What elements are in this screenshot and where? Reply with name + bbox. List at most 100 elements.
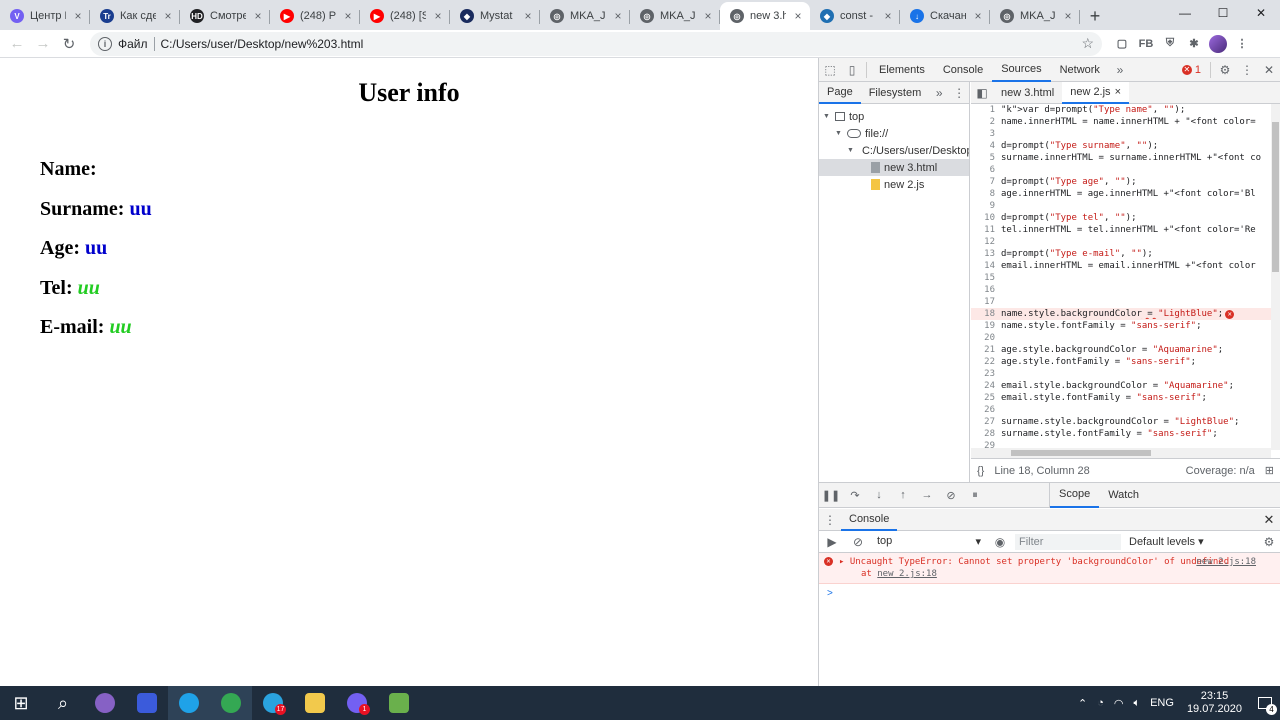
- expand-arrow-icon[interactable]: ▸: [839, 557, 844, 567]
- close-tab-icon[interactable]: ×: [612, 9, 624, 23]
- close-tab-icon[interactable]: ×: [1115, 86, 1121, 98]
- browser-tab[interactable]: V Центр П ×: [0, 2, 90, 30]
- code-line[interactable]: 11 tel.innerHTML = tel.innerHTML +"<font …: [971, 224, 1271, 236]
- code-line[interactable]: 19 name.style.fontFamily = "sans-serif";: [971, 320, 1271, 332]
- error-counter[interactable]: ✕ 1: [1176, 64, 1207, 76]
- wifi-icon[interactable]: ◠: [1109, 697, 1129, 710]
- browser-tab[interactable]: ◎ MKA_JS_ ×: [540, 2, 630, 30]
- step-icon[interactable]: →: [915, 483, 939, 507]
- scroll-thumb[interactable]: [1011, 450, 1151, 456]
- tab-console[interactable]: Console: [841, 509, 898, 531]
- code-line[interactable]: 9: [971, 200, 1271, 212]
- line-number[interactable]: 12: [971, 237, 1001, 247]
- code-line[interactable]: 27 surname.style.backgroundColor = "Light…: [971, 416, 1271, 428]
- puzzle-extensions-icon[interactable]: ✱: [1182, 32, 1206, 56]
- line-number[interactable]: 14: [971, 261, 1001, 271]
- line-number[interactable]: 11: [971, 225, 1001, 235]
- network-icon[interactable]: ◔: [1092, 697, 1109, 709]
- clear-console-icon[interactable]: ⊘: [847, 531, 869, 553]
- code-line[interactable]: 25 email.style.fontFamily = "sans-serif";: [971, 392, 1271, 404]
- taskbar-notepadpp-icon[interactable]: [378, 686, 420, 720]
- tree-item[interactable]: ▼ file://: [819, 125, 969, 142]
- taskbar-cortana-icon[interactable]: [84, 686, 126, 720]
- line-number[interactable]: 1: [971, 105, 1001, 115]
- fb-extension-icon[interactable]: FB: [1134, 32, 1158, 56]
- code-line[interactable]: 5 surname.innerHTML = surname.innerHTML +…: [971, 152, 1271, 164]
- line-number[interactable]: 20: [971, 333, 1001, 343]
- tab-filesystem[interactable]: Filesystem: [861, 82, 930, 104]
- language-indicator[interactable]: ENG: [1145, 697, 1179, 709]
- line-number[interactable]: 18: [971, 309, 1001, 319]
- code-line[interactable]: 22 age.style.fontFamily = "sans-serif";: [971, 356, 1271, 368]
- device-toolbar-icon[interactable]: ▯: [841, 59, 863, 81]
- bookmark-star-icon[interactable]: ☆: [1081, 35, 1094, 52]
- line-number[interactable]: 9: [971, 201, 1001, 211]
- taskbar-explorer-icon[interactable]: [294, 686, 336, 720]
- devtools-tab-console[interactable]: Console: [934, 58, 992, 82]
- line-number[interactable]: 27: [971, 417, 1001, 427]
- close-tab-icon[interactable]: ×: [342, 9, 354, 23]
- settings-gear-icon[interactable]: ⚙: [1214, 59, 1236, 81]
- minimize-button[interactable]: —: [1166, 0, 1204, 26]
- console-prompt[interactable]: >: [819, 584, 1280, 603]
- deactivate-breakpoints-icon[interactable]: ⊘: [939, 483, 963, 507]
- code-line[interactable]: 24 email.style.backgroundColor = "Aquamar…: [971, 380, 1271, 392]
- console-error-message[interactable]: ✕ ▸ Uncaught TypeError: Cannot set prope…: [819, 553, 1280, 584]
- close-tab-icon[interactable]: ×: [72, 9, 84, 23]
- tab-watch[interactable]: Watch: [1099, 482, 1148, 508]
- navigator-menu-icon[interactable]: ⋮: [949, 82, 969, 104]
- horizontal-scrollbar[interactable]: [971, 448, 1271, 458]
- url-text[interactable]: C:/Users/user/Desktop/new%203.html: [161, 37, 1076, 51]
- taskbar-telegram-icon[interactable]: 17: [252, 686, 294, 720]
- close-tab-icon[interactable]: ×: [1062, 9, 1074, 23]
- line-number[interactable]: 13: [971, 249, 1001, 259]
- devtools-tab-sources[interactable]: Sources: [992, 58, 1051, 82]
- pretty-print-button[interactable]: {}: [977, 465, 984, 477]
- drawer-menu-icon[interactable]: ⋮: [819, 509, 841, 531]
- console-settings-gear-icon[interactable]: ⚙: [1258, 531, 1280, 553]
- code-line[interactable]: 15: [971, 272, 1271, 284]
- tree-item[interactable]: new 3.html: [819, 159, 969, 176]
- line-number[interactable]: 28: [971, 429, 1001, 439]
- devtools-tab-elements[interactable]: Elements: [870, 58, 934, 82]
- reload-button[interactable]: ↻: [56, 31, 82, 57]
- taskbar-edge-icon[interactable]: [168, 686, 210, 720]
- code-line[interactable]: 12: [971, 236, 1271, 248]
- code-line[interactable]: 20: [971, 332, 1271, 344]
- close-tab-icon[interactable]: ×: [882, 9, 894, 23]
- code-line[interactable]: 16: [971, 284, 1271, 296]
- devtools-tab-network[interactable]: Network: [1051, 58, 1109, 82]
- taskbar-search-icon[interactable]: ⌕: [42, 686, 84, 720]
- devtools-menu-icon[interactable]: ⋮: [1236, 59, 1258, 81]
- browser-tab[interactable]: ▶ (248) Ре ×: [270, 2, 360, 30]
- code-line[interactable]: 3: [971, 128, 1271, 140]
- line-number[interactable]: 7: [971, 177, 1001, 187]
- line-number[interactable]: 24: [971, 381, 1001, 391]
- console-sidebar-icon[interactable]: ▶: [821, 531, 843, 553]
- clock[interactable]: 23:15 19.07.2020: [1179, 690, 1250, 716]
- browser-tab[interactable]: HD Смотре ×: [180, 2, 270, 30]
- toggle-navigator-icon[interactable]: ◧: [971, 82, 993, 104]
- inspect-element-icon[interactable]: ⬚: [819, 59, 841, 81]
- more-tabs-icon[interactable]: »: [1109, 59, 1131, 81]
- close-tab-icon[interactable]: ×: [702, 9, 714, 23]
- close-tab-icon[interactable]: ×: [522, 9, 534, 23]
- step-out-icon[interactable]: ↑: [891, 483, 915, 507]
- editor-tab-new3-html[interactable]: new 3.html: [993, 82, 1062, 104]
- live-expression-eye-icon[interactable]: ◉: [989, 531, 1011, 553]
- browser-tab[interactable]: ◎ new 3.ht ×: [720, 2, 810, 30]
- code-line[interactable]: 14 email.innerHTML = email.innerHTML +"<f…: [971, 260, 1271, 272]
- line-number[interactable]: 17: [971, 297, 1001, 307]
- tree-item[interactable]: ▼ C:/Users/user/Desktop: [819, 142, 969, 159]
- log-levels-dropdown[interactable]: Default levels ▾: [1129, 535, 1204, 548]
- scroll-thumb[interactable]: [1272, 122, 1279, 272]
- close-drawer-icon[interactable]: ✕: [1258, 512, 1280, 528]
- stack-frame-link[interactable]: new 2.js:18: [877, 569, 937, 579]
- context-selector[interactable]: top ▾: [873, 535, 985, 548]
- back-button[interactable]: ←: [4, 31, 30, 57]
- code-line[interactable]: 17: [971, 296, 1271, 308]
- browser-tab[interactable]: ◆ Mystat ×: [450, 2, 540, 30]
- code-line[interactable]: 23: [971, 368, 1271, 380]
- editor-tab-new2-js[interactable]: new 2.js ×: [1062, 81, 1129, 104]
- browser-menu-icon[interactable]: ⋮: [1230, 32, 1254, 56]
